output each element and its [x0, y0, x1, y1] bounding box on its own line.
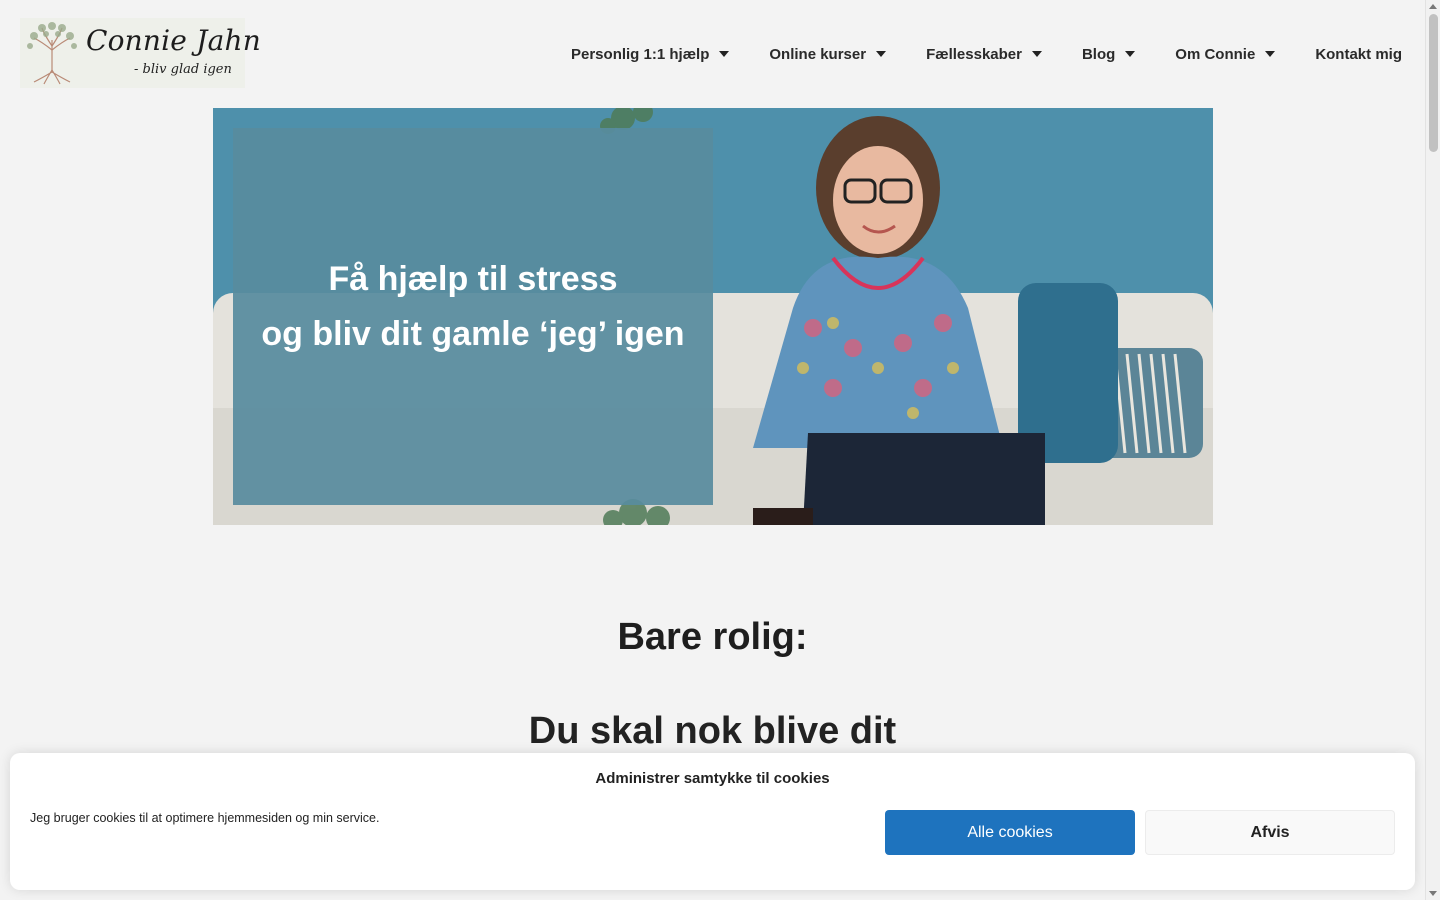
site-logo[interactable]: Connie Jahn - bliv glad igen: [20, 18, 261, 88]
caret-down-icon: [876, 51, 887, 57]
scroll-up-arrow-icon[interactable]: [1429, 4, 1437, 9]
tree-icon: [27, 22, 77, 85]
caret-down-icon: [1125, 51, 1136, 57]
nav-item-faellesskaber[interactable]: Fællesskaber: [926, 42, 1042, 66]
scroll-down-arrow-icon[interactable]: [1429, 891, 1437, 896]
nav-label: Online kurser: [769, 45, 867, 63]
cookie-message: Jeg bruger cookies til at optimere hjemm…: [30, 811, 380, 825]
caret-down-icon: [1031, 51, 1042, 57]
caret-down-icon: [1265, 51, 1276, 57]
nav-item-blog[interactable]: Blog: [1081, 42, 1136, 66]
scrollbar-thumb[interactable]: [1429, 14, 1438, 152]
nav-label: Om Connie: [1175, 45, 1256, 63]
vertical-scrollbar[interactable]: [1425, 0, 1440, 900]
hero-line-1: Få hjælp til stress: [328, 259, 618, 298]
hero-line-2: og bliv dit gamle ‘jeg’ igen: [261, 314, 685, 353]
cookie-consent-banner: Administrer samtykke til cookies Jeg bru…: [10, 753, 1415, 890]
main-nav: Personlig 1:1 hjælp Online kurser Fælles…: [571, 42, 1402, 66]
logo-tagline: - bliv glad igen: [134, 62, 232, 77]
nav-item-online-kurser[interactable]: Online kurser: [769, 42, 887, 66]
cookie-title: Administrer samtykke til cookies: [595, 770, 830, 787]
nav-item-personlig[interactable]: Personlig 1:1 hjælp: [571, 42, 730, 66]
site-header: Connie Jahn - bliv glad igen Personlig 1…: [0, 0, 1425, 108]
hero-heading: Få hjælp til stress og bliv dit gamle ‘j…: [261, 252, 684, 362]
nav-item-om-connie[interactable]: Om Connie: [1175, 42, 1276, 66]
nav-label: Personlig 1:1 hjælp: [571, 45, 710, 63]
logo-name: Connie Jahn: [86, 24, 261, 57]
accept-all-cookies-button[interactable]: Alle cookies: [885, 810, 1135, 855]
nav-item-kontakt[interactable]: Kontakt mig: [1315, 42, 1402, 66]
hero-banner: Få hjælp til stress og bliv dit gamle ‘j…: [213, 108, 1213, 525]
section-headline: Du skal nok blive dit: [528, 710, 897, 752]
deny-cookies-button[interactable]: Afvis: [1145, 810, 1395, 855]
section-subtitle: Bare rolig:: [617, 616, 808, 658]
nav-label: Kontakt mig: [1315, 45, 1402, 63]
nav-label: Fællesskaber: [926, 45, 1022, 63]
nav-label: Blog: [1081, 45, 1116, 63]
caret-down-icon: [719, 51, 730, 57]
hero-overlay-box: Få hjælp til stress og bliv dit gamle ‘j…: [233, 128, 713, 505]
